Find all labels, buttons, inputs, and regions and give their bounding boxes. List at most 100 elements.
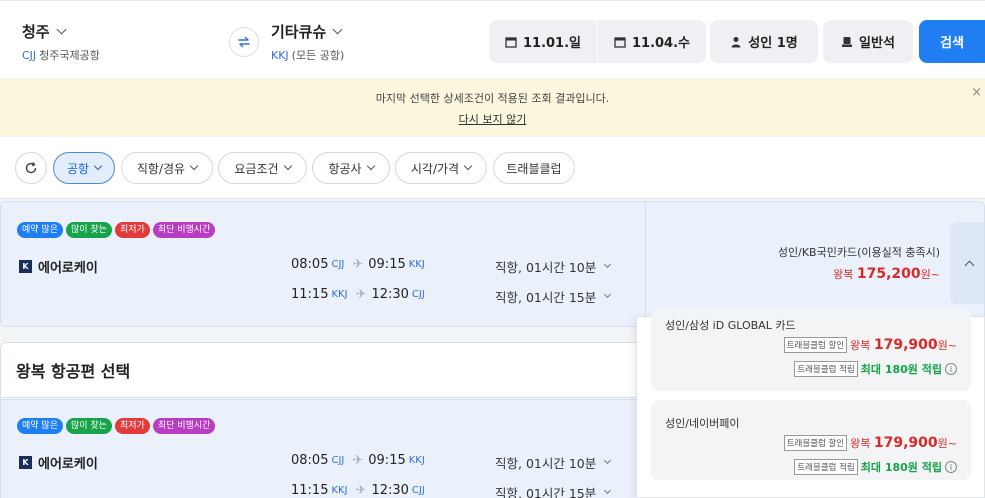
inbound-segment: 11:15 KKJ ✈ 12:30 CJJ [291, 483, 425, 498]
points-label: 최대 180원 적립 [860, 461, 942, 474]
origin-airport: 청주국제공항 [39, 49, 100, 62]
destination-code: KKJ [271, 49, 289, 62]
badge-group: 예약 많은 많이 찾는 최저가 최단 비행시간 [17, 222, 216, 238]
airline-logo: K [19, 456, 32, 469]
plane-icon: ✈ [352, 257, 364, 272]
dep-airport: KKJ [331, 485, 348, 496]
airline-name: 에어로케이 [38, 261, 98, 276]
chevron-down-icon [93, 161, 103, 171]
chevron-down-icon [283, 161, 292, 171]
discount-tag: 트래블클럽 할인 [783, 337, 848, 353]
dismiss-forever-link[interactable]: 다시 보지 않기 [0, 111, 985, 127]
payment-option[interactable]: 성인/네이버페이 트래블클럽 할인 왕복 179,900원~ 트래블클럽 적립 … [651, 400, 971, 480]
dep-time: 11:15 [291, 287, 329, 302]
filter-label: 항공사 [328, 161, 362, 176]
chevron-down-icon [604, 290, 612, 299]
filter-airport[interactable]: 공항 [53, 152, 115, 184]
chevron-down-icon [604, 486, 612, 495]
section-title: 왕복 항공편 선택 [16, 362, 131, 381]
filter-fare-conditions[interactable]: 요금조건 [218, 152, 307, 184]
points-tag: 트래블클럽 적립 [794, 361, 858, 377]
badge-most-booked: 예약 많은 [17, 222, 63, 238]
duration-label: 직항, 01시간 15분 [495, 290, 597, 305]
price-row: 트래블클럽 할인 왕복 179,900원~ [783, 435, 957, 451]
filter-direct-stopover[interactable]: 직항/경유 [121, 152, 213, 184]
outbound-duration[interactable]: 직항, 01시간 10분 [495, 257, 612, 276]
flight-search-page: 청주 CJJ 청주국제공항 기타큐슈 KKJ (모든 공항) 11.01.일 11.… [0, 0, 985, 498]
destination-selector[interactable]: 기타큐슈 KKJ (모든 공항) [271, 21, 344, 63]
price-label: 왕복 175,200원~ [778, 266, 940, 282]
price-label: 왕복 179,900원~ [850, 337, 957, 353]
info-icon[interactable]: i [945, 461, 957, 473]
filter-bar: 공항 직항/경유 요금조건 항공사 시각/가격 트래블클럽 [0, 137, 985, 199]
collapse-prices-button[interactable] [950, 222, 984, 304]
plane-icon: ✈ [352, 453, 364, 468]
arr-airport: KKJ [408, 259, 425, 270]
price-label: 왕복 179,900원~ [850, 435, 957, 451]
calendar-icon [614, 36, 626, 48]
price-suffix: 원~ [937, 339, 957, 352]
swap-cities-button[interactable] [229, 27, 259, 57]
plane-icon: ✈ [355, 287, 367, 302]
depart-date-button[interactable]: 11.01.일 [489, 20, 597, 63]
payment-option[interactable]: 성인/삼성 iD GLOBAL 카드 트래블클럽 할인 왕복 179,900원~… [651, 309, 971, 391]
price-value: 179,900 [873, 435, 938, 451]
badge-most-searched: 많이 찾는 [65, 222, 112, 238]
arr-time: 12:30 [371, 287, 409, 302]
seat-icon [842, 36, 853, 47]
duration-label: 직항, 01시간 10분 [495, 456, 597, 471]
destination-airport: (모든 공항) [291, 49, 345, 62]
points-row: 트래블클럽 적립 최대 180원 적립 i [794, 361, 957, 377]
passengers-label: 성인 1명 [748, 36, 798, 51]
best-price-block[interactable]: 성인/KB국민카드(이용실적 충족시) 왕복 175,200원~ [778, 244, 940, 282]
plane-icon: ✈ [355, 483, 367, 498]
dep-airport: CJJ [331, 455, 345, 466]
dep-time: 11:15 [291, 483, 329, 498]
close-icon[interactable]: × [971, 85, 982, 100]
airline-info: K 에어로케이 [19, 257, 98, 276]
inbound-segment: 11:15 KKJ ✈ 12:30 CJJ [291, 287, 425, 302]
points-label: 최대 180원 적립 [860, 363, 942, 376]
inbound-duration[interactable]: 직항, 01시간 15분 [495, 483, 612, 498]
price-suffix: 원~ [920, 268, 940, 281]
origin-name: 청주 [22, 23, 50, 41]
airline-logo: K [19, 260, 32, 273]
filter-airline[interactable]: 항공사 [312, 152, 390, 184]
filter-label: 트래블클럽 [506, 161, 562, 176]
price-prefix: 왕복 [850, 339, 871, 352]
chevron-down-icon [604, 260, 612, 269]
search-button[interactable]: 검색 [919, 20, 985, 63]
arr-time: 09:15 [368, 453, 406, 468]
dep-airport: CJJ [331, 259, 345, 270]
arr-airport: KKJ [408, 455, 425, 466]
arr-time: 12:30 [371, 483, 409, 498]
outbound-duration[interactable]: 직항, 01시간 10분 [495, 453, 612, 472]
return-date: 11.04.수 [631, 36, 691, 51]
cabin-class-label: 일반석 [859, 36, 895, 51]
duration-label: 직항, 01시간 15분 [495, 486, 597, 498]
badge-most-booked: 예약 많은 [17, 418, 63, 434]
divider [645, 202, 646, 328]
dep-time: 08:05 [291, 257, 329, 272]
arr-airport: CJJ [411, 485, 425, 496]
refresh-button[interactable] [15, 152, 47, 184]
passengers-button[interactable]: 성인 1명 [710, 20, 818, 63]
filter-travel-club[interactable]: 트래블클럽 [493, 152, 575, 184]
price-suffix: 원~ [937, 437, 957, 450]
dep-time: 08:05 [291, 453, 329, 468]
badge-group: 예약 많은 많이 찾는 최저가 최단 비행시간 [17, 418, 216, 434]
origin-selector[interactable]: 청주 CJJ 청주국제공항 [22, 21, 100, 63]
price-prefix: 왕복 [833, 268, 854, 281]
chevron-down-icon [56, 24, 67, 35]
payment-options-dropdown: 성인/삼성 iD GLOBAL 카드 트래블클럽 할인 왕복 179,900원~… [636, 309, 985, 498]
points-tag: 트래블클럽 적립 [794, 459, 858, 475]
cabin-class-button[interactable]: 일반석 [823, 20, 913, 63]
points-row: 트래블클럽 적립 최대 180원 적립 i [794, 459, 957, 475]
filter-time-price[interactable]: 시각/가격 [395, 152, 487, 184]
inbound-duration[interactable]: 직항, 01시간 15분 [495, 287, 612, 306]
airline-name: 에어로케이 [38, 457, 98, 472]
notice-message: 마지막 선택한 상세조건이 적용된 조회 결과입니다. [375, 92, 610, 105]
return-date-button[interactable]: 11.04.수 [598, 20, 706, 63]
payment-option-name: 성인/네이버페이 [665, 417, 740, 430]
info-icon[interactable]: i [945, 363, 957, 375]
